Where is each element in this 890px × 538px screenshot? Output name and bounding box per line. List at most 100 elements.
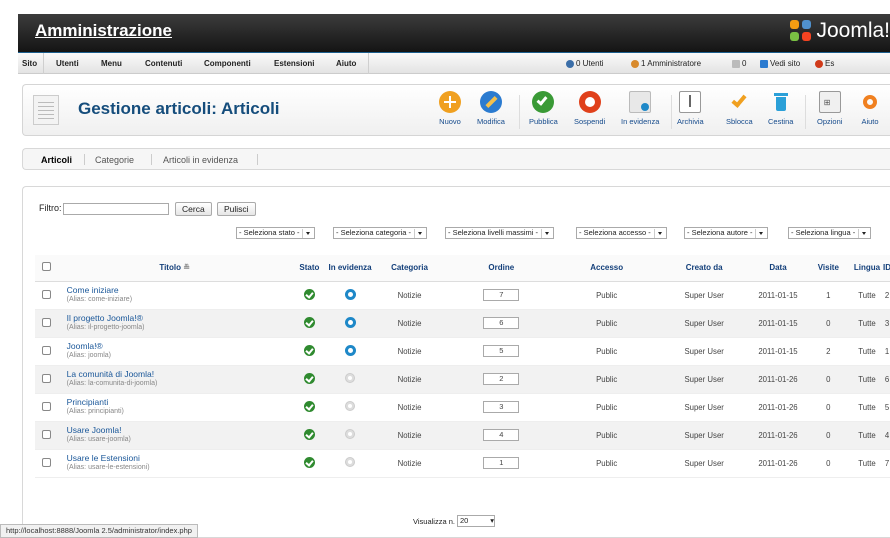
filter-search-input[interactable] <box>63 203 169 215</box>
col-language[interactable]: Lingua <box>851 255 883 282</box>
admin-title[interactable]: Amministrazione <box>35 21 172 41</box>
menu-utenti[interactable]: Utenti <box>56 59 79 68</box>
row-checkbox[interactable] <box>35 281 59 310</box>
col-title[interactable]: Titolo ≞ <box>58 255 291 282</box>
article-title-link[interactable]: Usare Joomla! <box>67 425 291 435</box>
help-button[interactable]: Aiuto <box>859 91 881 126</box>
not-featured-icon[interactable] <box>345 401 356 411</box>
tab-categorie[interactable]: Categorie <box>95 155 134 165</box>
order-input[interactable]: 2 <box>483 373 520 385</box>
featured-icon[interactable] <box>344 344 356 356</box>
unpublish-button[interactable]: Sospendi <box>574 91 605 126</box>
toolbar-divider <box>671 95 672 129</box>
edit-button[interactable]: Modifica <box>477 91 505 126</box>
row-checkbox[interactable] <box>35 393 59 422</box>
row-checkbox[interactable] <box>35 309 59 338</box>
published-icon[interactable] <box>303 372 315 384</box>
pagination-label: Visualizza n. <box>413 516 455 526</box>
stop-icon <box>578 91 601 113</box>
select-all-checkbox[interactable] <box>35 255 59 282</box>
col-category[interactable]: Categoria <box>371 255 448 282</box>
col-status[interactable]: Stato <box>290 255 329 282</box>
not-featured-icon[interactable] <box>345 457 356 467</box>
tab-articoli[interactable]: Articoli <box>41 155 72 165</box>
access-cell: Public <box>555 421 658 450</box>
table-row: Come iniziare (Alias: come-iniziare) Notiz… <box>35 281 890 310</box>
select-status[interactable]: - Seleziona stato - <box>236 227 316 239</box>
col-date[interactable]: Data <box>750 255 806 282</box>
article-title-link[interactable]: La comunità di Joomla! <box>67 369 291 379</box>
order-cell: 7 <box>447 281 556 310</box>
col-order[interactable]: Ordine <box>447 255 556 282</box>
select-author[interactable]: - Seleziona autore - <box>684 227 769 239</box>
trash-button[interactable]: Cestina <box>768 91 793 126</box>
select-access[interactable]: - Seleziona accesso - <box>576 227 667 239</box>
chevron-down-icon <box>414 228 424 238</box>
search-button[interactable]: Cerca <box>175 202 212 216</box>
archive-button[interactable]: Archivia <box>677 91 704 126</box>
order-cell: 5 <box>447 337 556 366</box>
order-input[interactable]: 1 <box>483 457 520 469</box>
published-icon[interactable] <box>303 344 315 356</box>
article-title-link[interactable]: Joomla!® <box>67 341 291 351</box>
checkin-button[interactable]: Sblocca <box>726 91 753 126</box>
order-input[interactable]: 5 <box>483 345 520 357</box>
featured-icon[interactable] <box>344 316 356 328</box>
menu-aiuto[interactable]: Aiuto <box>336 59 356 68</box>
publish-button[interactable]: Pubblica <box>529 91 558 126</box>
clear-button[interactable]: Pulisci <box>217 202 256 216</box>
date-cell: 2011-01-15 <box>750 309 806 338</box>
row-checkbox[interactable] <box>35 337 59 366</box>
table-header-row: Titolo ≞ Stato In evidenza Categoria Ord… <box>35 255 890 282</box>
select-language[interactable]: - Seleziona lingua - <box>788 227 872 239</box>
order-input[interactable]: 6 <box>483 317 520 329</box>
published-icon[interactable] <box>303 288 315 300</box>
menu-sito[interactable]: Sito <box>22 59 37 68</box>
article-title-link[interactable]: Come iniziare <box>67 285 291 295</box>
articles-panel: Filtro: Cerca Pulisci - Seleziona stato … <box>22 186 890 538</box>
published-icon[interactable] <box>303 456 315 468</box>
view-site-link[interactable]: Vedi sito <box>760 59 800 68</box>
tab-articoli-in-evidenza[interactable]: Articoli in evidenza <box>163 155 238 165</box>
order-input[interactable]: 4 <box>483 429 520 441</box>
mail-icon <box>732 59 740 68</box>
row-checkbox[interactable] <box>35 421 59 450</box>
messages-status[interactable]: 0 <box>732 59 746 68</box>
author-cell: Super User <box>657 281 751 310</box>
not-featured-icon[interactable] <box>345 429 356 439</box>
order-input[interactable]: 7 <box>483 289 520 301</box>
article-title-link[interactable]: Usare le Estensioni <box>67 453 291 463</box>
select-category[interactable]: - Seleziona categoria - <box>333 227 428 239</box>
select-max-levels[interactable]: - Seleziona livelli massimi - <box>445 227 555 239</box>
col-id[interactable]: ID <box>883 255 890 282</box>
published-icon[interactable] <box>303 428 315 440</box>
order-input[interactable]: 3 <box>483 401 520 413</box>
row-checkbox[interactable] <box>35 449 59 478</box>
featured-icon[interactable] <box>344 288 356 300</box>
article-title-link[interactable]: Principianti <box>67 397 291 407</box>
menu-contenuti[interactable]: Contenuti <box>145 59 182 68</box>
id-cell: 1 <box>883 337 890 366</box>
col-access[interactable]: Accesso <box>555 255 658 282</box>
menu-estensioni[interactable]: Estensioni <box>274 59 314 68</box>
published-icon[interactable] <box>303 316 315 328</box>
menu-menu[interactable]: Menu <box>101 59 122 68</box>
row-checkbox[interactable] <box>35 365 59 394</box>
not-featured-icon[interactable] <box>345 373 356 383</box>
pagination-select[interactable]: 20 ▾ <box>456 515 495 527</box>
article-alias: (Alias: la-comunita-di-joomla) <box>66 380 158 387</box>
hits-cell: 0 <box>805 365 852 394</box>
col-created-by[interactable]: Creato da <box>657 255 751 282</box>
menu-componenti[interactable]: Componenti <box>204 59 251 68</box>
article-title-link[interactable]: Il progetto Joomla!® <box>67 313 291 323</box>
category-cell: Notizie <box>371 337 448 366</box>
col-hits[interactable]: Visite <box>805 255 852 282</box>
published-icon[interactable] <box>303 400 315 412</box>
toolbar-panel: Gestione articoli: Articoli Nuovo Modifi… <box>22 84 890 136</box>
featured-button[interactable]: In evidenza <box>621 91 659 126</box>
category-cell: Notizie <box>371 365 448 394</box>
options-button[interactable]: ⊞ Opzioni <box>817 91 842 126</box>
col-featured[interactable]: In evidenza <box>328 255 372 282</box>
new-button[interactable]: Nuovo <box>439 91 461 126</box>
logout-link[interactable]: Es <box>815 59 834 68</box>
